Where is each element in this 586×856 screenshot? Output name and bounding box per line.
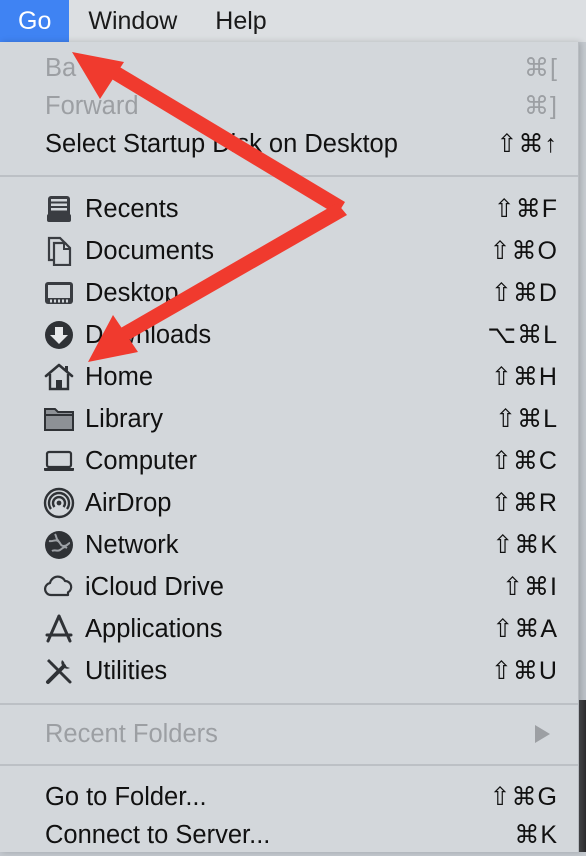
menu-item-label: Utilities — [85, 656, 168, 685]
menu-item-label: Home — [85, 362, 154, 391]
desktop-icon — [43, 277, 75, 309]
menu-item-shortcut: ⇧⌘C — [490, 447, 558, 475]
menu-item-label: AirDrop — [85, 488, 172, 517]
menu-item-airdrop[interactable]: AirDrop ⇧⌘R — [0, 482, 578, 524]
menu-item-shortcut: ⌘] — [524, 92, 558, 120]
menu-item-label: Recent Folders — [45, 719, 218, 748]
menu-item-applications[interactable]: Applications ⇧⌘A — [0, 608, 578, 650]
menu-item-select-startup-disk[interactable]: Select Startup Disk on Desktop ⇧⌘↑ — [0, 123, 578, 165]
menu-item-home[interactable]: Home ⇧⌘H — [0, 356, 578, 398]
go-menu-dropdown: Ba ⌘[ Forward ⌘] Select Startup Disk on … — [0, 42, 579, 852]
menu-item-back[interactable]: Ba ⌘[ — [0, 47, 578, 89]
menu-item-forward[interactable]: Forward ⌘] — [0, 85, 578, 127]
documents-icon — [43, 235, 75, 267]
menu-item-downloads[interactable]: Downloads ⌥⌘L — [0, 314, 578, 356]
menu-item-label: Forward — [45, 91, 139, 120]
menu-item-recents[interactable]: Recents ⇧⌘F — [0, 188, 578, 230]
applications-icon — [43, 613, 75, 645]
recents-icon — [43, 193, 75, 225]
menu-item-library[interactable]: Library ⇧⌘L — [0, 398, 578, 440]
menu-item-shortcut: ⇧⌘K — [492, 531, 558, 559]
menu-item-label: Applications — [85, 614, 223, 643]
menu-item-label: Go to Folder... — [45, 782, 207, 811]
menu-item-shortcut: ⇧⌘↑ — [496, 130, 558, 158]
menu-item-utilities[interactable]: Utilities ⇧⌘U — [0, 650, 578, 692]
menu-item-shortcut: ⌥⌘L — [487, 321, 558, 349]
menu-item-shortcut: ⌘[ — [524, 54, 558, 82]
menu-item-shortcut: ⇧⌘I — [502, 573, 558, 601]
menu-item-label: Downloads — [85, 320, 212, 349]
menu-item-label: iCloud Drive — [85, 572, 224, 601]
menu-item-network[interactable]: Network ⇧⌘K — [0, 524, 578, 566]
menu-item-shortcut: ⇧⌘O — [489, 237, 558, 265]
menu-item-label: Recents — [85, 194, 179, 223]
menu-item-icloud-drive[interactable]: iCloud Drive ⇧⌘I — [0, 566, 578, 608]
menu-item-label: Library — [85, 404, 163, 433]
menu-item-shortcut: ⇧⌘U — [490, 657, 558, 685]
menu-item-connect-to-server[interactable]: Connect to Server... ⌘K — [0, 814, 578, 856]
menubar-window[interactable]: Window — [69, 0, 196, 42]
menubar-go[interactable]: Go — [0, 0, 70, 42]
cloud-icon — [43, 571, 75, 603]
menu-item-label: Ba — [45, 53, 77, 82]
menu-item-shortcut: ⇧⌘G — [489, 783, 558, 811]
submenu-arrow-icon — [535, 725, 550, 743]
menu-item-shortcut: ⇧⌘L — [495, 405, 558, 433]
menu-item-shortcut: ⇧⌘D — [490, 279, 558, 307]
laptop-icon — [43, 445, 75, 477]
menu-separator — [0, 175, 578, 177]
menu-bar: Go Window Help — [0, 0, 586, 42]
network-globe-icon — [43, 529, 75, 561]
folder-icon — [43, 403, 75, 435]
menu-item-label: Select Startup Disk on Desktop — [45, 129, 398, 158]
menu-item-recent-folders[interactable]: Recent Folders — [0, 713, 578, 755]
airdrop-icon — [43, 487, 75, 519]
menu-item-go-to-folder[interactable]: Go to Folder... ⇧⌘G — [0, 776, 578, 818]
menu-item-shortcut: ⇧⌘F — [493, 195, 558, 223]
home-icon — [43, 361, 75, 393]
menu-item-documents[interactable]: Documents ⇧⌘O — [0, 230, 578, 272]
menu-item-label: Network — [85, 530, 179, 559]
menu-separator — [0, 764, 578, 766]
menu-item-computer[interactable]: Computer ⇧⌘C — [0, 440, 578, 482]
menu-item-shortcut: ⌘K — [514, 821, 558, 849]
downloads-icon — [43, 319, 75, 351]
menu-item-label: Desktop — [85, 278, 179, 307]
menu-item-label: Documents — [85, 236, 214, 265]
menu-item-shortcut: ⇧⌘A — [492, 615, 558, 643]
menu-item-desktop[interactable]: Desktop ⇧⌘D — [0, 272, 578, 314]
menu-separator — [0, 703, 578, 705]
menu-item-shortcut: ⇧⌘H — [490, 363, 558, 391]
menu-item-shortcut: ⇧⌘R — [490, 489, 558, 517]
menubar-help[interactable]: Help — [196, 0, 285, 42]
menu-item-label: Computer — [85, 446, 197, 475]
utilities-tools-icon — [43, 655, 75, 687]
menu-item-label: Connect to Server... — [45, 820, 271, 849]
